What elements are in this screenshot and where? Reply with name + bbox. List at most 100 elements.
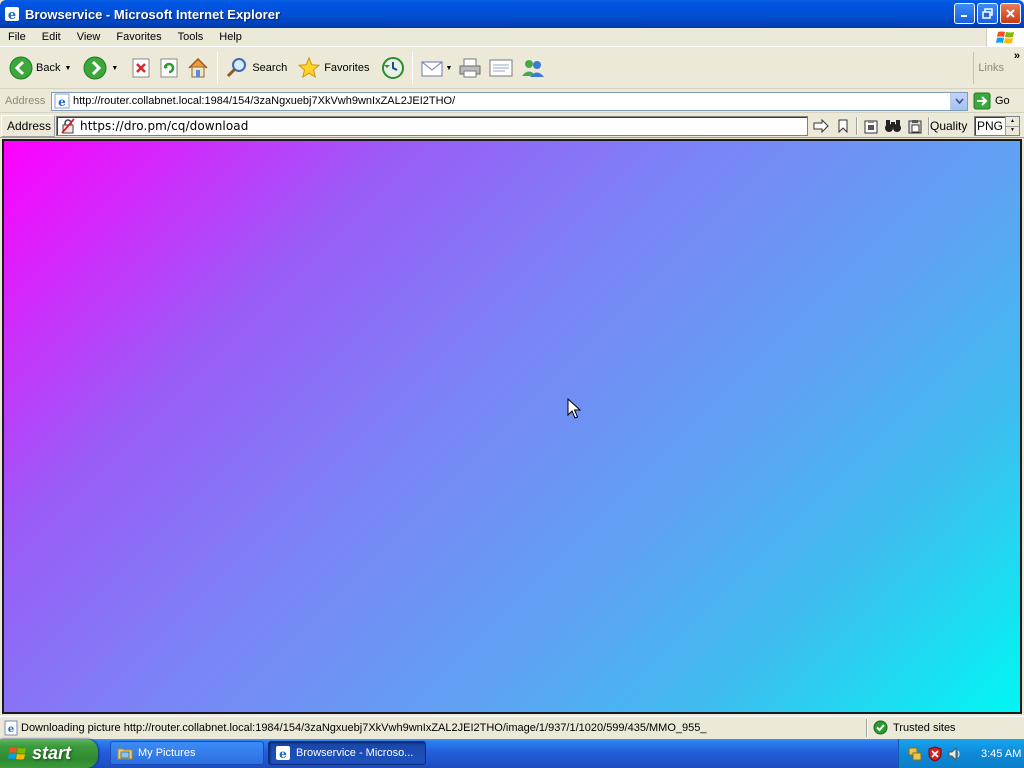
back-label: Back [36,62,61,74]
restore-icon [982,8,993,19]
spinner-up-icon[interactable]: ▲ [1006,117,1019,127]
back-dropdown-icon[interactable]: ▼ [64,65,71,72]
menu-favorites[interactable]: Favorites [108,28,169,46]
page-loading-icon: e [4,720,18,736]
back-icon [9,56,33,80]
system-tray: 3:45 AM [898,739,1024,768]
stop-button[interactable] [127,51,155,85]
browservice-address-label: Address [1,114,55,137]
print-button[interactable] [455,51,485,85]
find-icon [885,120,901,132]
address-label: Address [5,95,46,107]
history-icon [382,57,405,79]
windows-flag-icon [995,31,1014,43]
mouse-cursor-icon [567,398,581,419]
spinner-down-icon[interactable]: ▼ [1006,127,1019,136]
taskbar-item-browservice[interactable]: e Browservice - Microso... [268,741,426,765]
favorites-button[interactable]: Favorites [294,51,372,85]
menu-edit[interactable]: Edit [34,28,69,46]
close-button[interactable] [1000,3,1021,24]
menu-file[interactable]: File [0,28,34,46]
status-bar: e Downloading picture http://router.coll… [0,716,1024,738]
mail-button[interactable]: ▼ [417,51,455,85]
go-label: Go [995,95,1010,107]
mail-dropdown-icon[interactable]: ▼ [445,65,452,72]
restore-button[interactable] [977,3,998,24]
start-button[interactable]: start [0,739,98,768]
messenger-button[interactable] [517,51,549,85]
address-field[interactable]: e http://router.collabnet.local:1984/154… [51,91,968,111]
search-button[interactable]: Search [222,51,290,85]
quality-value: PNG [977,119,1004,133]
address-url[interactable]: http://router.collabnet.local:1984/154/3… [73,95,455,107]
print-icon [459,58,481,78]
status-text: Downloading picture http://router.collab… [21,722,707,734]
stop-icon [132,58,150,78]
toolbar-separator [412,52,414,84]
favorites-icon [297,56,321,79]
browservice-separator [856,117,858,135]
links-chevron-icon[interactable]: » [1014,50,1020,62]
security-shield-icon[interactable] [927,745,943,762]
quality-select[interactable]: PNG ▲ ▼ [974,116,1020,136]
history-button[interactable] [378,51,408,85]
bookmark-button[interactable] [832,116,854,136]
edit-icon [489,59,513,77]
ie-logo-icon: e [276,746,290,761]
standard-toolbar: Back ▼ ▼ Search Favorites ▼ Links » [0,48,1024,89]
clipboard-button[interactable] [860,116,882,136]
forward-dropdown-icon[interactable]: ▼ [111,65,118,72]
menu-tools[interactable]: Tools [170,28,212,46]
taskbar-item-label: Browservice - Microso... [296,747,414,759]
security-zone[interactable]: Trusted sites [873,720,956,735]
back-button[interactable]: Back ▼ [6,51,74,85]
edit-button[interactable] [485,51,517,85]
go-arrow-icon [813,119,829,133]
forward-icon [83,56,107,80]
zone-label: Trusted sites [893,721,956,734]
browservice-url[interactable]: https://dro.pm/cq/download [80,119,248,133]
page-icon: e [54,93,70,109]
navigate-button[interactable] [810,116,832,136]
svg-text:e: e [279,747,287,761]
taskbar-item-my-pictures[interactable]: My Pictures [110,741,264,765]
menu-bar: File Edit View Favorites Tools Help [0,28,1024,47]
menu-view[interactable]: View [69,28,109,46]
close-icon [1006,9,1015,18]
clipboard-icon [864,119,878,133]
window-title: Browservice - Microsoft Internet Explore… [25,6,281,22]
go-button[interactable]: Go [973,92,1010,110]
toolbar-separator [217,52,219,84]
links-label[interactable]: Links [978,62,1004,74]
minimize-button[interactable] [954,3,975,24]
title-bar[interactable]: e Browservice - Microsoft Internet Explo… [0,0,1024,28]
minimize-icon [961,15,967,17]
go-arrow-icon [973,92,991,110]
taskbar: start My Pictures e Browservice - Micros… [0,739,1024,768]
clock[interactable]: 3:45 AM [981,748,1021,760]
search-icon [227,58,247,78]
network-icon[interactable] [907,746,923,762]
quality-label: Quality [930,119,968,133]
status-divider [866,719,868,737]
paste-button[interactable] [904,116,926,136]
browservice-address-field[interactable]: https://dro.pm/cq/download [56,116,808,136]
folder-icon [117,748,133,760]
bookmark-icon [838,119,848,133]
home-button[interactable] [183,51,213,85]
volume-icon[interactable] [947,746,963,762]
svg-text:e: e [8,8,16,22]
svg-text:e: e [58,95,66,109]
chevron-down-icon [954,98,964,104]
refresh-button[interactable] [155,51,183,85]
menu-help[interactable]: Help [211,28,250,46]
svg-text:e: e [8,724,14,735]
address-dropdown-button[interactable] [950,92,967,110]
page-content-image[interactable] [2,139,1022,714]
links-separator [973,52,974,84]
ie-logo-icon: e [5,7,19,22]
forward-button[interactable]: ▼ [80,51,121,85]
find-button[interactable] [882,116,904,136]
ie-address-bar: Address e http://router.collabnet.local:… [0,90,1024,113]
quality-spinner[interactable]: ▲ ▼ [1005,117,1019,135]
